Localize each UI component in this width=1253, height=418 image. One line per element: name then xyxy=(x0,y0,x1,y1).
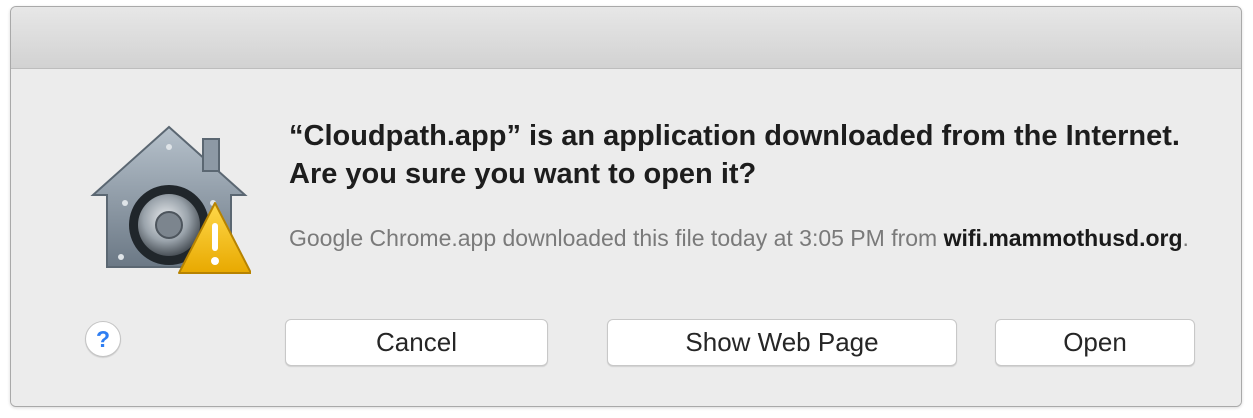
download-info-text: Google Chrome.app downloaded this file t… xyxy=(289,221,1189,255)
dialog-content: “Cloudpath.app” is an application downlo… xyxy=(11,69,1241,406)
dialog-titlebar[interactable] xyxy=(11,7,1241,69)
security-alert-dialog: “Cloudpath.app” is an application downlo… xyxy=(10,6,1242,407)
open-button[interactable]: Open xyxy=(995,319,1195,366)
dialog-headline: “Cloudpath.app” is an application downlo… xyxy=(289,120,1180,190)
download-info-prefix: Google Chrome.app downloaded this file t… xyxy=(289,225,944,251)
gatekeeper-security-icon xyxy=(90,125,251,274)
download-source-host: wifi.mammothusd.org xyxy=(943,225,1183,251)
show-web-page-button[interactable]: Show Web Page xyxy=(607,319,957,366)
cancel-button[interactable]: Cancel xyxy=(285,319,548,366)
help-button[interactable]: ? xyxy=(85,321,121,357)
download-info-suffix: . xyxy=(1182,225,1189,251)
